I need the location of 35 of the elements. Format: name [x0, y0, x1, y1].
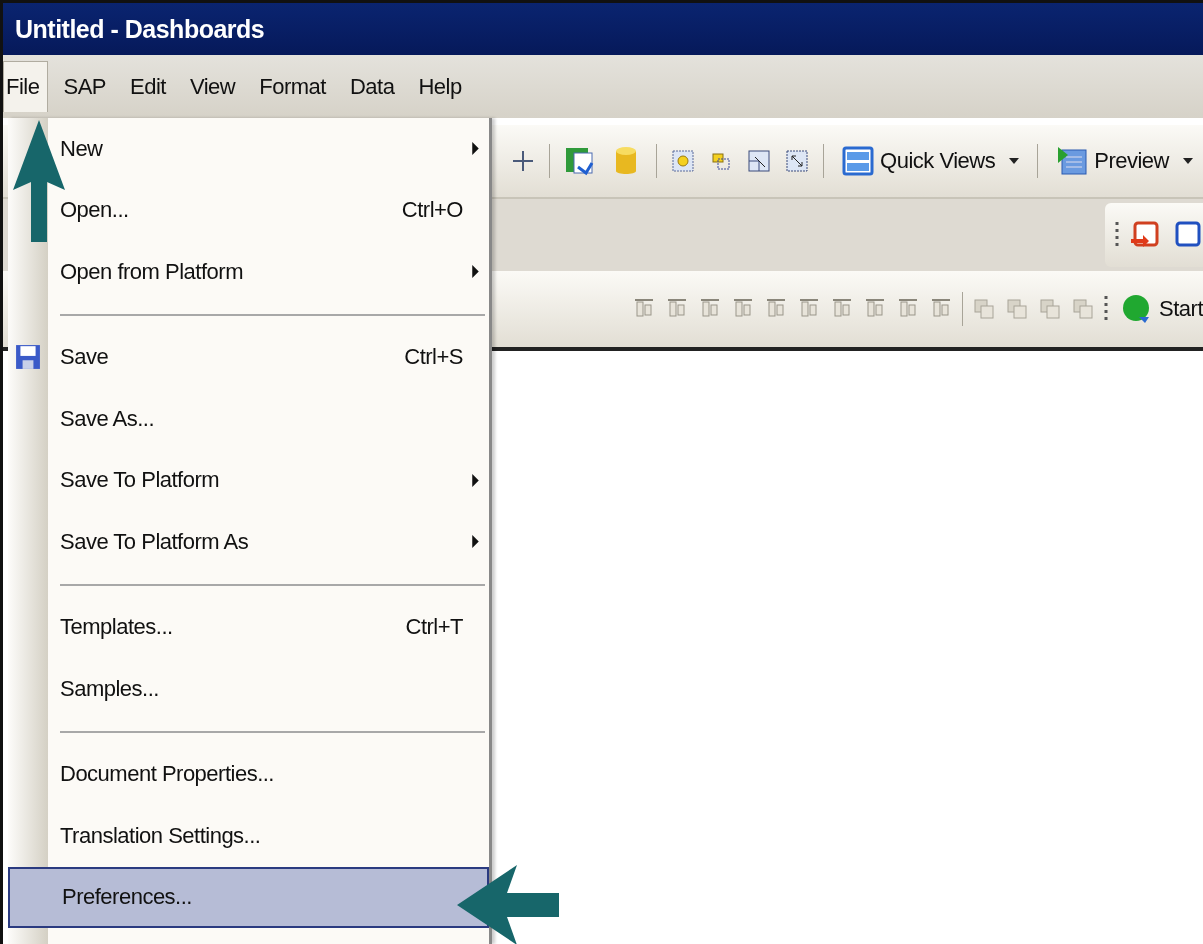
menu-item[interactable]: Open from Platform — [8, 241, 489, 303]
menu-item[interactable]: Save To Platform — [8, 449, 489, 511]
menu-item[interactable]: Help — [409, 60, 471, 113]
frame-icon[interactable] — [785, 149, 810, 173]
menu-item[interactable]: View — [180, 60, 245, 113]
frame-icon[interactable] — [671, 149, 696, 173]
menu-item[interactable]: Format — [250, 60, 335, 113]
frame-icon[interactable] — [747, 149, 772, 173]
menu-item[interactable]: Open... Ctrl+O — [8, 179, 489, 241]
preview-icon — [1056, 145, 1089, 177]
quick-views-button[interactable]: Quick Views — [838, 141, 1024, 181]
menu-item[interactable]: Templates... Ctrl+T — [8, 596, 489, 658]
menu-item[interactable]: Preferences... — [8, 866, 489, 928]
arrange-icon[interactable] — [1071, 297, 1096, 321]
preview-button[interactable]: Preview — [1052, 141, 1197, 181]
menu-item[interactable]: SAP — [54, 60, 115, 113]
menu-item[interactable]: New — [8, 118, 489, 180]
caret-icon — [1183, 158, 1193, 164]
layout-icon — [842, 145, 875, 177]
arrange-icon[interactable] — [972, 297, 997, 321]
menu-item[interactable]: Document Properties... — [8, 743, 489, 805]
menu-item[interactable]: Samples... — [8, 658, 489, 720]
menu-item[interactable]: Save To Platform As — [8, 511, 489, 573]
menu-item[interactable]: Translation Settings... — [8, 805, 489, 867]
start-button[interactable]: Start — [1117, 289, 1203, 329]
menu-item[interactable]: Save Ctrl+S — [8, 326, 489, 388]
menu-item[interactable]: Data — [340, 60, 404, 113]
menu-item[interactable]: Save As... — [8, 388, 489, 450]
window-title: Untitled - Dashboards — [15, 14, 265, 44]
arrange-icon[interactable] — [1038, 297, 1063, 321]
menu-item[interactable]: Edit — [121, 60, 175, 113]
menu-item[interactable]: File — [3, 61, 49, 112]
arrange-icon[interactable] — [1005, 297, 1030, 321]
plus-icon[interactable] — [511, 149, 536, 173]
caret-icon — [1009, 158, 1020, 164]
